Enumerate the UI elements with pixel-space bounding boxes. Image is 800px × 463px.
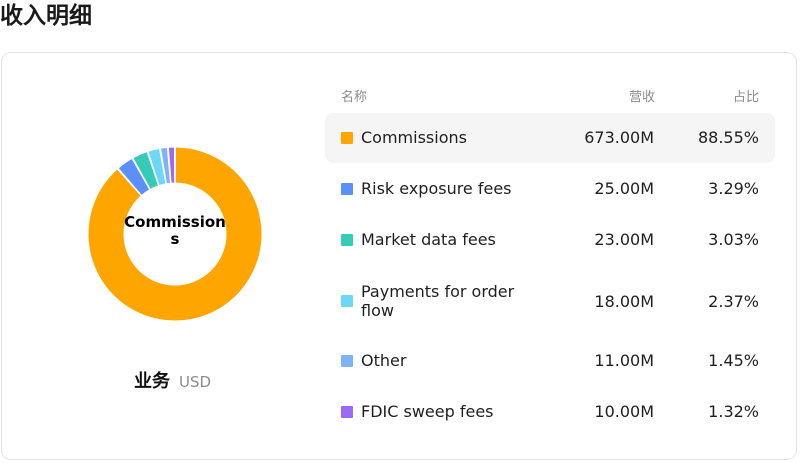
table-row[interactable]: Other 11.00M 1.45% bbox=[325, 336, 775, 386]
header-share: 占比 bbox=[732, 90, 759, 105]
row-name: Risk exposure fees bbox=[361, 179, 512, 198]
row-name: Payments for order flow bbox=[361, 282, 515, 320]
row-name: Other bbox=[361, 351, 407, 370]
legend-swatch bbox=[341, 132, 353, 144]
row-revenue: 673.00M bbox=[584, 128, 654, 147]
table-row[interactable]: FDIC sweep fees 10.00M 1.32% bbox=[325, 387, 775, 437]
donut-center-label: Commissions bbox=[124, 213, 226, 248]
header-revenue: 营收 bbox=[628, 90, 655, 105]
row-share: 1.32% bbox=[708, 402, 759, 421]
row-share: 3.29% bbox=[708, 179, 759, 198]
legend-swatch bbox=[341, 183, 353, 195]
row-share: 2.37% bbox=[708, 292, 759, 311]
legend-swatch bbox=[341, 295, 353, 307]
currency-label: USD bbox=[179, 373, 212, 391]
table-row[interactable]: Payments for order flow 18.00M 2.37% bbox=[325, 266, 775, 336]
row-share: 1.45% bbox=[708, 351, 759, 370]
row-revenue: 11.00M bbox=[594, 351, 654, 370]
row-name: FDIC sweep fees bbox=[361, 402, 494, 421]
table-row[interactable]: Commissions 673.00M 88.55% bbox=[325, 113, 775, 163]
page-title: 收入明细 bbox=[0, 3, 92, 29]
table-row[interactable]: Market data fees 23.00M 3.03% bbox=[325, 215, 775, 265]
row-name: Market data fees bbox=[361, 230, 496, 249]
chart-caption: 业务 USD bbox=[134, 367, 211, 393]
row-revenue: 25.00M bbox=[594, 179, 654, 198]
row-name: Commissions bbox=[361, 128, 467, 147]
table-header: 名称 营收 占比 bbox=[341, 86, 761, 106]
row-revenue: 23.00M bbox=[594, 230, 654, 249]
legend-swatch bbox=[341, 234, 353, 246]
table-row[interactable]: Risk exposure fees 25.00M 3.29% bbox=[325, 164, 775, 214]
row-revenue: 18.00M bbox=[594, 292, 654, 311]
row-revenue: 10.00M bbox=[594, 402, 654, 421]
business-label: 业务 bbox=[134, 371, 170, 392]
donut-chart[interactable]: Commissions bbox=[88, 147, 262, 321]
header-name: 名称 bbox=[341, 90, 368, 105]
legend-swatch bbox=[341, 355, 353, 367]
row-share: 88.55% bbox=[697, 128, 759, 147]
row-share: 3.03% bbox=[708, 230, 759, 249]
legend-swatch bbox=[341, 406, 353, 418]
